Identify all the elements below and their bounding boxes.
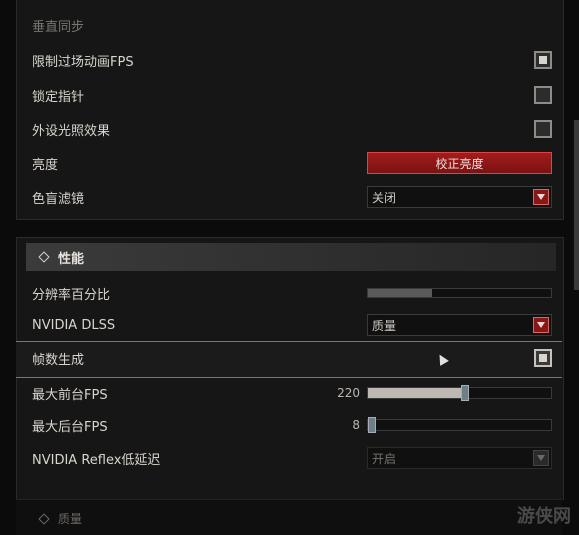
colorblind-row: 色盲滤镜 关闭 xyxy=(32,180,552,214)
max-bg-fps-row: 最大后台FPS 8 xyxy=(32,408,552,442)
watermark: 游侠网 xyxy=(517,506,571,527)
chevron-down-icon xyxy=(533,450,549,466)
resolution-scale-label: 分辨率百分比 xyxy=(32,287,111,303)
performance-section-title: 性能 xyxy=(58,251,85,267)
max-bg-fps-thumb[interactable] xyxy=(367,417,376,433)
dlss-row: NVIDIA DLSS 质量 xyxy=(32,308,552,342)
diamond-icon xyxy=(38,513,50,525)
reflex-dropdown[interactable]: 开启 xyxy=(367,447,552,469)
cutscene-fps-checkbox[interactable] xyxy=(534,51,552,69)
max-bg-fps-value: 8 xyxy=(352,418,360,432)
chevron-down-icon[interactable] xyxy=(533,317,549,333)
brightness-row: 亮度 校正亮度 xyxy=(32,146,552,180)
dlss-dropdown[interactable]: 质量 xyxy=(367,314,552,336)
max-fg-fps-row: 最大前台FPS 220 xyxy=(32,376,552,410)
dlss-label: NVIDIA DLSS xyxy=(32,317,116,333)
diamond-icon xyxy=(38,251,50,263)
cutscene-fps-label: 限制过场动画FPS xyxy=(32,54,134,70)
lock-cursor-label: 锁定指针 xyxy=(32,89,85,105)
performance-section-header[interactable]: 性能 xyxy=(26,243,556,271)
peripheral-light-checkbox[interactable] xyxy=(534,120,552,138)
max-fg-fps-fill xyxy=(368,388,465,398)
colorblind-value: 关闭 xyxy=(372,190,397,205)
brightness-label: 亮度 xyxy=(32,157,59,173)
max-fg-fps-slider[interactable] xyxy=(367,385,552,401)
vsync-label: 垂直同步 xyxy=(32,19,85,35)
frame-gen-row[interactable]: 帧数生成 xyxy=(32,341,552,375)
chevron-down-icon[interactable] xyxy=(533,189,549,205)
frame-gen-label: 帧数生成 xyxy=(32,352,85,368)
reflex-value: 开启 xyxy=(372,451,397,466)
cutscene-fps-row[interactable]: 限制过场动画FPS xyxy=(32,43,552,77)
peripheral-light-row[interactable]: 外设光照效果 xyxy=(32,112,552,146)
max-fg-fps-value: 220 xyxy=(337,386,360,400)
vsync-row[interactable]: 垂直同步 xyxy=(32,8,552,42)
quality-title-text: 质量 xyxy=(58,512,83,526)
max-bg-fps-label: 最大后台FPS xyxy=(32,419,108,435)
max-fg-fps-label: 最大前台FPS xyxy=(32,387,108,403)
resolution-scale-fill xyxy=(368,289,433,297)
lock-cursor-row[interactable]: 锁定指针 xyxy=(32,78,552,112)
lock-cursor-checkbox[interactable] xyxy=(534,86,552,104)
colorblind-label: 色盲滤镜 xyxy=(32,191,85,207)
reflex-label: NVIDIA Reflex低延迟 xyxy=(32,452,161,468)
frame-gen-checkbox[interactable] xyxy=(534,349,552,367)
dlss-value: 质量 xyxy=(372,318,397,333)
quality-section-title[interactable]: 质量 xyxy=(38,510,83,527)
colorblind-dropdown[interactable]: 关闭 xyxy=(367,186,552,208)
max-bg-fps-slider[interactable] xyxy=(367,417,552,433)
scrollbar[interactable] xyxy=(574,120,579,290)
peripheral-light-label: 外设光照效果 xyxy=(32,123,111,139)
max-fg-fps-thumb[interactable] xyxy=(460,385,469,401)
calibrate-brightness-button[interactable]: 校正亮度 xyxy=(367,152,552,174)
reflex-row: NVIDIA Reflex低延迟 开启 xyxy=(32,441,552,475)
quality-section xyxy=(16,499,562,535)
resolution-scale-slider[interactable] xyxy=(367,288,552,298)
resolution-scale-row: 分辨率百分比 xyxy=(32,276,552,310)
